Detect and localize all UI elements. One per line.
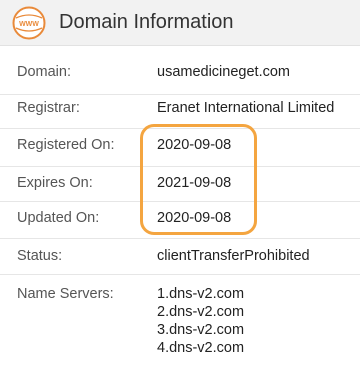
name-server-2: 2.dns-v2.com bbox=[157, 304, 245, 320]
row-name-servers: Name Servers: 1.dns-v2.com 2.dns-v2.com … bbox=[0, 275, 360, 366]
expires-on-label: Expires On: bbox=[17, 175, 93, 191]
name-server-3: 3.dns-v2.com bbox=[157, 322, 245, 338]
row-domain: Domain: usamedicineget.com bbox=[0, 47, 360, 95]
registered-on-label: Registered On: bbox=[17, 137, 115, 153]
row-status: Status: clientTransferProhibited bbox=[0, 239, 360, 275]
dates-highlight-outline bbox=[140, 124, 257, 235]
updated-on-label: Updated On: bbox=[17, 210, 100, 226]
www-globe-icon: WWW bbox=[12, 6, 46, 40]
registrar-value: Eranet International Limited bbox=[157, 100, 335, 116]
status-value: clientTransferProhibited bbox=[157, 248, 310, 264]
svg-text:WWW: WWW bbox=[19, 21, 39, 28]
domain-label: Domain: bbox=[17, 64, 71, 80]
domain-value: usamedicineget.com bbox=[157, 64, 290, 80]
status-label: Status: bbox=[17, 248, 63, 264]
panel-title: Domain Information bbox=[59, 11, 234, 33]
name-server-1: 1.dns-v2.com bbox=[157, 286, 245, 302]
name-server-4: 4.dns-v2.com bbox=[157, 340, 245, 356]
registrar-label: Registrar: bbox=[17, 100, 80, 116]
name-servers-label: Name Servers: bbox=[17, 286, 114, 302]
panel-header: WWW Domain Information bbox=[0, 0, 360, 46]
name-servers-list: 1.dns-v2.com 2.dns-v2.com 3.dns-v2.com 4… bbox=[157, 285, 244, 357]
